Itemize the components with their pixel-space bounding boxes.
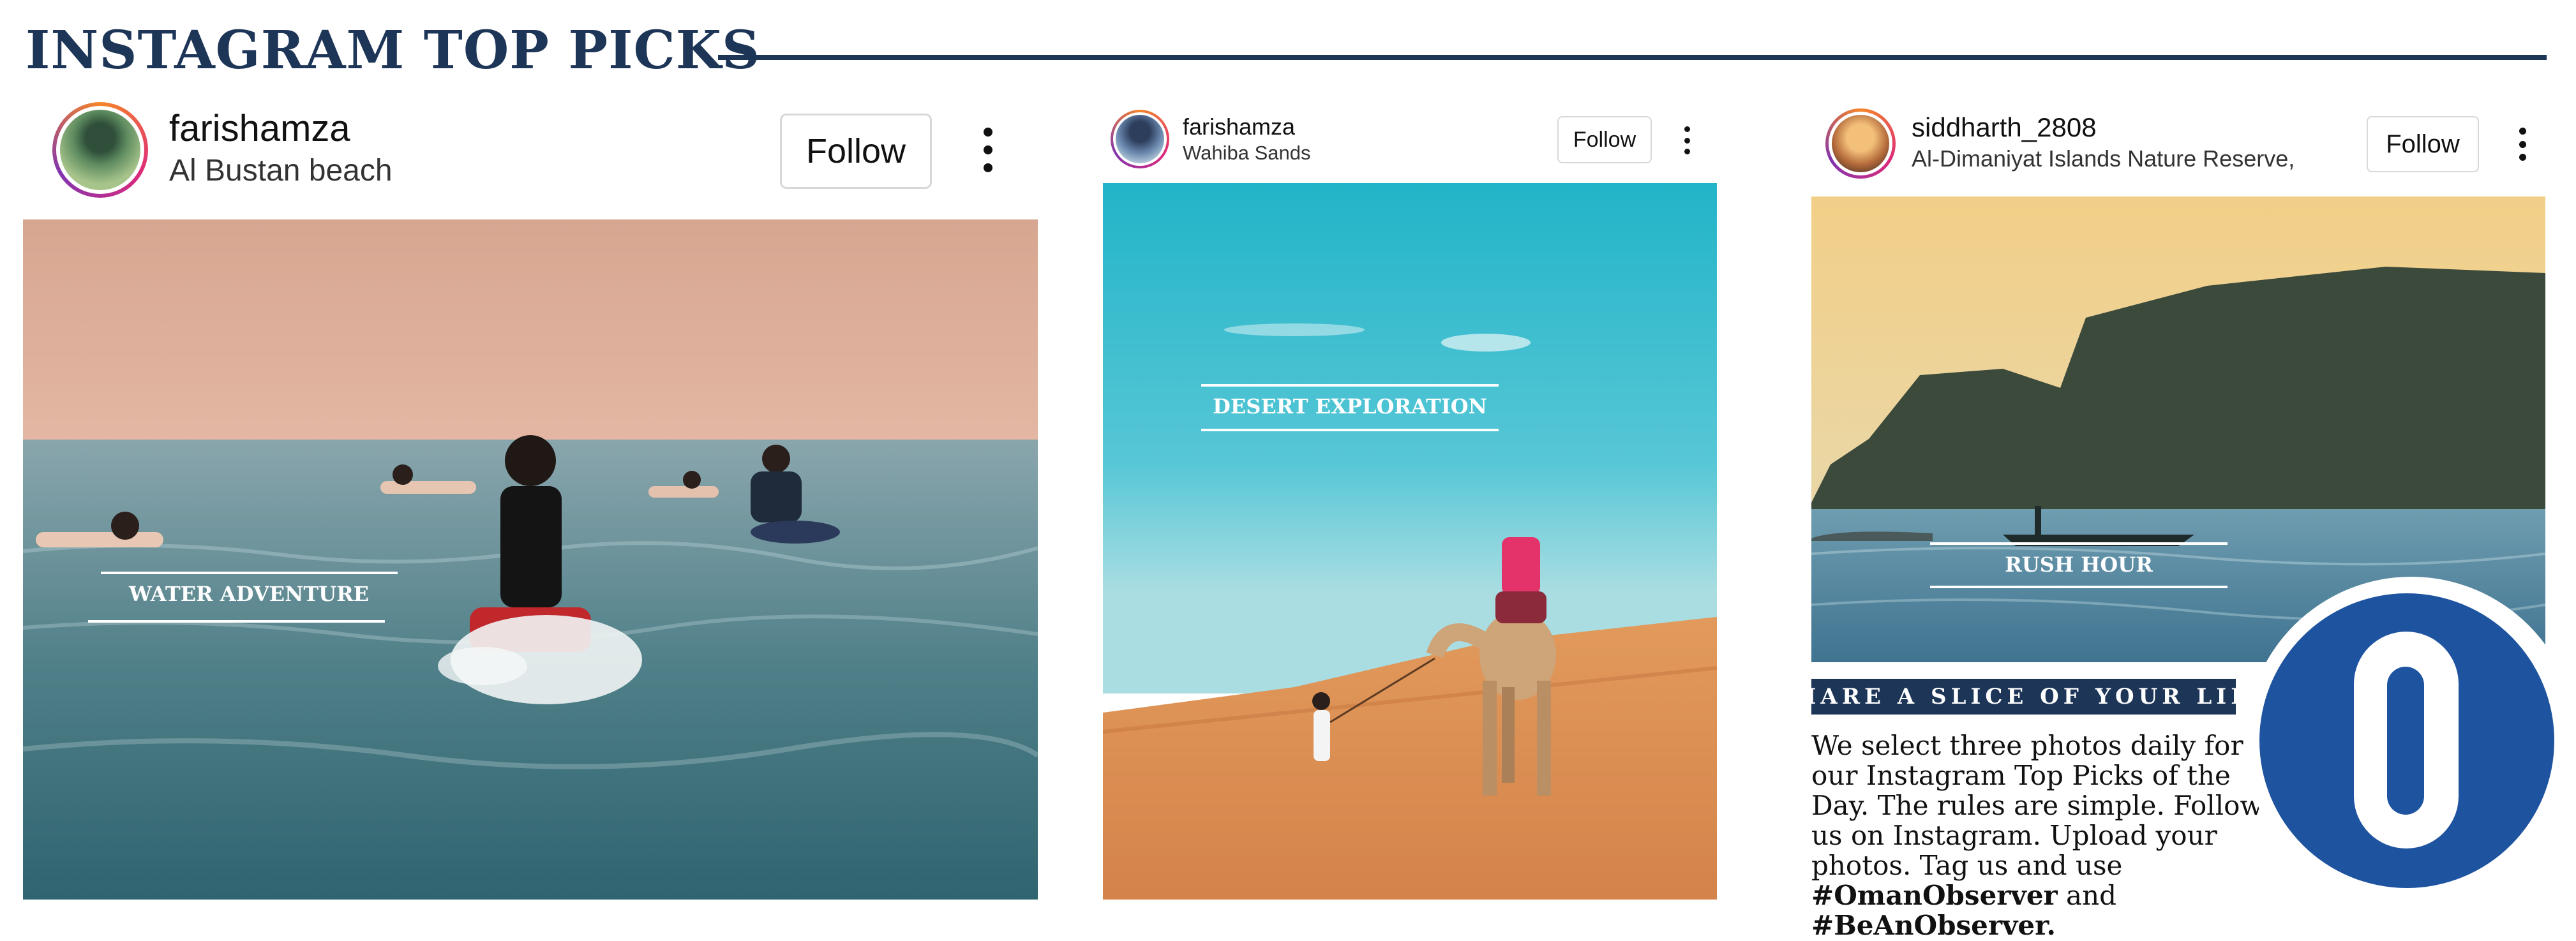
follow-button[interactable]: Follow: [780, 114, 932, 189]
vertical-ellipsis-icon[interactable]: [2517, 128, 2527, 161]
avatar[interactable]: [1111, 110, 1169, 168]
post-location[interactable]: Wahiba Sands: [1183, 142, 1310, 165]
post-photo-beach: [23, 219, 1038, 900]
caption-rule-bottom: [1201, 429, 1499, 431]
share-and: and: [2066, 880, 2117, 911]
hashtag-oman-observer: #OmanObserver: [1811, 880, 2058, 911]
caption-rule-top: [101, 572, 398, 574]
vertical-ellipsis-icon[interactable]: [1682, 126, 1691, 154]
photo-caption: WATER ADVENTURE: [128, 582, 370, 606]
share-body: We select three photos daily for our Ins…: [1811, 730, 2263, 881]
avatar[interactable]: [1825, 108, 1896, 179]
post-username[interactable]: farishamza: [169, 107, 350, 150]
logo-letter-o-counter: [2387, 667, 2424, 815]
photo-caption: RUSH HOUR: [2005, 552, 2153, 577]
follow-button[interactable]: Follow: [1557, 116, 1652, 163]
caption-rule-top: [1930, 542, 2228, 545]
vertical-ellipsis-icon[interactable]: [982, 128, 994, 172]
share-instructions: We select three photos daily for our Ins…: [1811, 730, 2296, 940]
post-username[interactable]: farishamza: [1183, 114, 1295, 140]
post-location[interactable]: Al Bustan beach: [169, 153, 393, 188]
page-title: INSTAGRAM TOP PICKS: [26, 20, 761, 81]
share-heading: SHARE A SLICE OF YOUR LIFE: [1776, 679, 2267, 715]
caption-rule-bottom: [88, 620, 385, 623]
post-username[interactable]: siddharth_2808: [1912, 112, 2097, 143]
caption-rule-top: [1201, 384, 1499, 387]
caption-rule-bottom: [1930, 586, 2228, 588]
post-location[interactable]: Al-Dimaniyat Islands Nature Reserve,: [1912, 145, 2295, 172]
photo-caption: DESERT EXPLORATION: [1213, 394, 1487, 419]
post-photo-desert: [1103, 183, 1717, 900]
title-divider: [718, 55, 2547, 60]
follow-button[interactable]: Follow: [2367, 116, 2479, 172]
avatar[interactable]: [52, 102, 148, 198]
hashtag-be-an-observer: #BeAnObserver.: [1811, 910, 2056, 941]
